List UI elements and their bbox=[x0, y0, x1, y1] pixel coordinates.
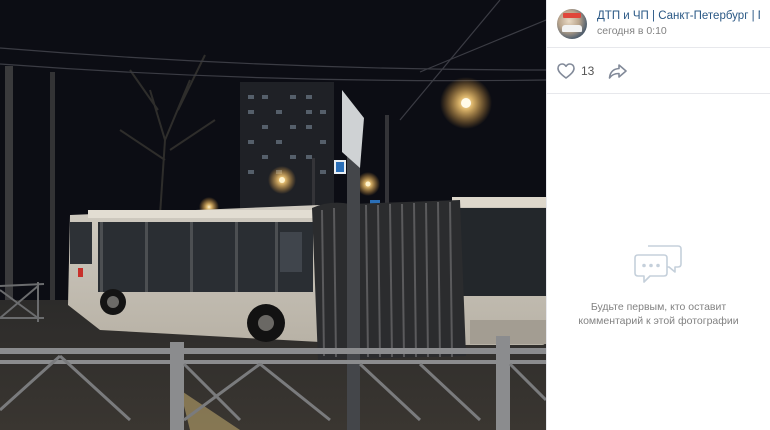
share-button[interactable] bbox=[608, 63, 628, 79]
like-count: 13 bbox=[581, 63, 595, 78]
heart-icon bbox=[557, 62, 575, 79]
empty-comments-text: Будьте первым, кто оставит комментарий к… bbox=[578, 301, 739, 327]
comments-empty-state: Будьте первым, кто оставит комментарий к… bbox=[547, 242, 770, 328]
group-avatar[interactable] bbox=[557, 8, 587, 39]
accident-photo bbox=[0, 0, 546, 430]
post-sidebar: ДТП и ЧП | Санкт-Петербург | Питер онлай… bbox=[546, 0, 770, 430]
group-name-link[interactable]: ДТП и ЧП | Санкт-Петербург | Питер онлай… bbox=[597, 9, 760, 23]
chat-bubbles-icon bbox=[633, 245, 682, 283]
post-meta: ДТП и ЧП | Санкт-Петербург | Питер онлай… bbox=[597, 9, 760, 38]
post-time[interactable]: сегодня в 0:10 bbox=[597, 24, 760, 38]
post-actions: 13 bbox=[547, 48, 770, 94]
post-header: ДТП и ЧП | Санкт-Петербург | Питер онлай… bbox=[547, 0, 770, 48]
photo-viewer[interactable] bbox=[0, 0, 546, 430]
share-arrow-icon bbox=[609, 63, 628, 79]
like-button[interactable]: 13 bbox=[557, 62, 595, 79]
